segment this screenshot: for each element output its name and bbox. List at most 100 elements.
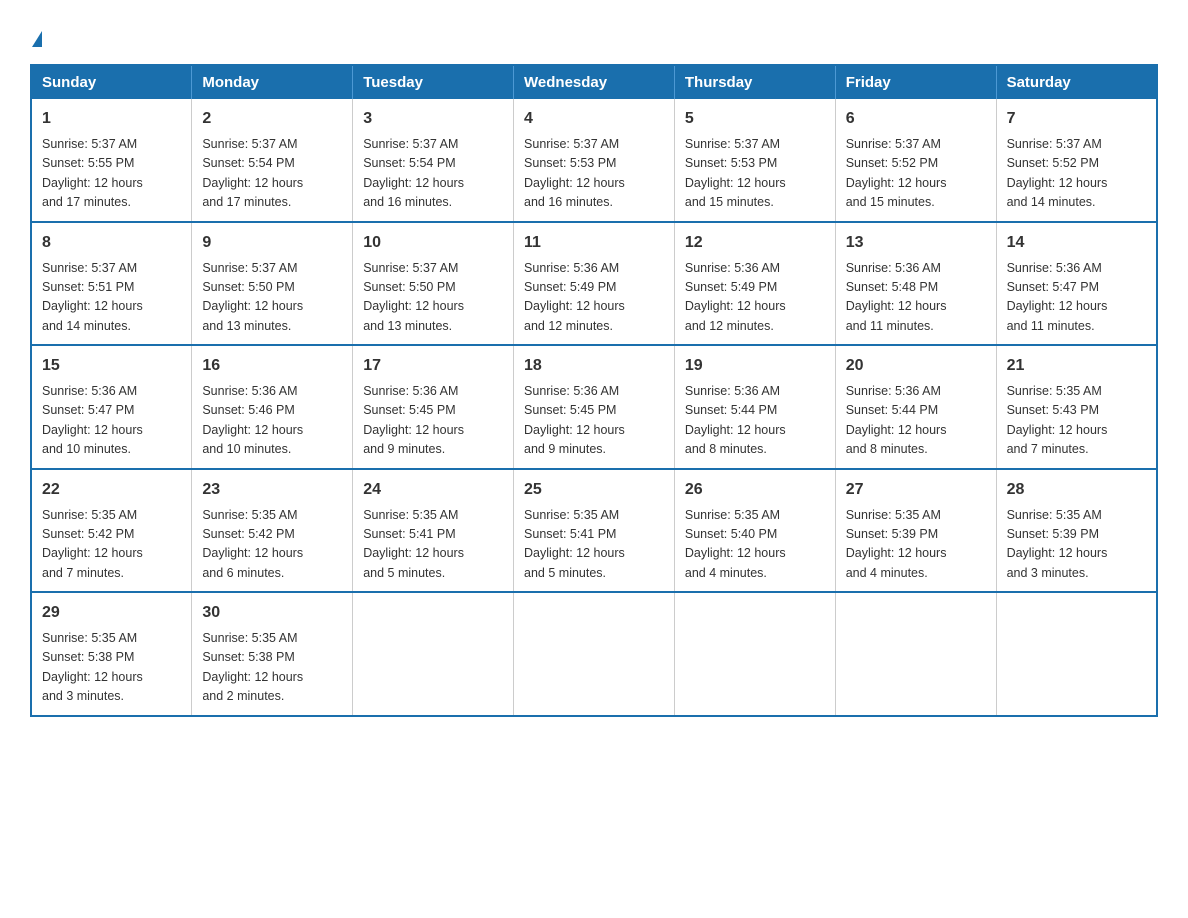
day-number: 6 <box>846 107 986 131</box>
day-info: Sunrise: 5:37 AMSunset: 5:52 PMDaylight:… <box>846 135 986 213</box>
day-info: Sunrise: 5:37 AMSunset: 5:51 PMDaylight:… <box>42 259 181 337</box>
day-number: 25 <box>524 478 664 502</box>
day-number: 5 <box>685 107 825 131</box>
day-info: Sunrise: 5:37 AMSunset: 5:50 PMDaylight:… <box>202 259 342 337</box>
day-number: 22 <box>42 478 181 502</box>
week-row-1: 1Sunrise: 5:37 AMSunset: 5:55 PMDaylight… <box>31 99 1157 222</box>
calendar-cell: 12Sunrise: 5:36 AMSunset: 5:49 PMDayligh… <box>674 222 835 346</box>
day-info: Sunrise: 5:35 AMSunset: 5:39 PMDaylight:… <box>1007 506 1146 584</box>
day-info: Sunrise: 5:35 AMSunset: 5:41 PMDaylight:… <box>363 506 503 584</box>
day-number: 3 <box>363 107 503 131</box>
day-number: 29 <box>42 601 181 625</box>
day-number: 9 <box>202 231 342 255</box>
day-info: Sunrise: 5:37 AMSunset: 5:55 PMDaylight:… <box>42 135 181 213</box>
day-info: Sunrise: 5:36 AMSunset: 5:47 PMDaylight:… <box>1007 259 1146 337</box>
calendar-cell: 9 Sunrise: 5:37 AMSunset: 5:50 PMDaylight… <box>192 222 353 346</box>
day-info: Sunrise: 5:36 AMSunset: 5:45 PMDaylight:… <box>524 382 664 460</box>
calendar-cell: 3 Sunrise: 5:37 AMSunset: 5:54 PMDaylight… <box>353 99 514 222</box>
day-info: Sunrise: 5:35 AMSunset: 5:39 PMDaylight:… <box>846 506 986 584</box>
column-header-saturday: Saturday <box>996 65 1157 99</box>
day-info: Sunrise: 5:37 AMSunset: 5:54 PMDaylight:… <box>202 135 342 213</box>
day-number: 30 <box>202 601 342 625</box>
logo-top <box>30 20 42 48</box>
week-row-2: 8 Sunrise: 5:37 AMSunset: 5:51 PMDaylight… <box>31 222 1157 346</box>
calendar-cell: 10 Sunrise: 5:37 AMSunset: 5:50 PMDayligh… <box>353 222 514 346</box>
calendar-cell: 7 Sunrise: 5:37 AMSunset: 5:52 PMDaylight… <box>996 99 1157 222</box>
day-number: 26 <box>685 478 825 502</box>
day-number: 21 <box>1007 354 1146 378</box>
day-number: 2 <box>202 107 342 131</box>
calendar-cell: 2 Sunrise: 5:37 AMSunset: 5:54 PMDaylight… <box>192 99 353 222</box>
column-header-monday: Monday <box>192 65 353 99</box>
calendar-cell <box>514 592 675 716</box>
calendar-cell: 16 Sunrise: 5:36 AMSunset: 5:46 PMDayligh… <box>192 345 353 469</box>
day-info: Sunrise: 5:35 AMSunset: 5:42 PMDaylight:… <box>202 506 342 584</box>
column-header-wednesday: Wednesday <box>514 65 675 99</box>
calendar-cell: 19 Sunrise: 5:36 AMSunset: 5:44 PMDayligh… <box>674 345 835 469</box>
day-number: 24 <box>363 478 503 502</box>
calendar-cell: 13 Sunrise: 5:36 AMSunset: 5:48 PMDayligh… <box>835 222 996 346</box>
calendar-cell: 14 Sunrise: 5:36 AMSunset: 5:47 PMDayligh… <box>996 222 1157 346</box>
day-number: 11 <box>524 231 664 255</box>
day-info: Sunrise: 5:35 AMSunset: 5:38 PMDaylight:… <box>202 629 342 707</box>
day-info: Sunrise: 5:36 AMSunset: 5:45 PMDaylight:… <box>363 382 503 460</box>
day-info: Sunrise: 5:35 AMSunset: 5:42 PMDaylight:… <box>42 506 181 584</box>
calendar-cell <box>353 592 514 716</box>
day-number: 13 <box>846 231 986 255</box>
day-info: Sunrise: 5:35 AMSunset: 5:38 PMDaylight:… <box>42 629 181 707</box>
column-header-sunday: Sunday <box>31 65 192 99</box>
day-number: 16 <box>202 354 342 378</box>
calendar-cell: 27 Sunrise: 5:35 AMSunset: 5:39 PMDayligh… <box>835 469 996 593</box>
calendar-table: SundayMondayTuesdayWednesdayThursdayFrid… <box>30 64 1158 717</box>
day-number: 27 <box>846 478 986 502</box>
day-number: 19 <box>685 354 825 378</box>
day-info: Sunrise: 5:37 AMSunset: 5:53 PMDaylight:… <box>685 135 825 213</box>
calendar-cell: 30 Sunrise: 5:35 AMSunset: 5:38 PMDayligh… <box>192 592 353 716</box>
day-number: 7 <box>1007 107 1146 131</box>
week-row-4: 22 Sunrise: 5:35 AMSunset: 5:42 PMDayligh… <box>31 469 1157 593</box>
day-number: 10 <box>363 231 503 255</box>
day-info: Sunrise: 5:37 AMSunset: 5:53 PMDaylight:… <box>524 135 664 213</box>
day-info: Sunrise: 5:36 AMSunset: 5:44 PMDaylight:… <box>685 382 825 460</box>
logo <box>30 20 42 48</box>
calendar-cell: 22 Sunrise: 5:35 AMSunset: 5:42 PMDayligh… <box>31 469 192 593</box>
day-info: Sunrise: 5:36 AMSunset: 5:46 PMDaylight:… <box>202 382 342 460</box>
calendar-cell: 18 Sunrise: 5:36 AMSunset: 5:45 PMDayligh… <box>514 345 675 469</box>
calendar-cell: 26Sunrise: 5:35 AMSunset: 5:40 PMDayligh… <box>674 469 835 593</box>
calendar-cell: 5 Sunrise: 5:37 AMSunset: 5:53 PMDaylight… <box>674 99 835 222</box>
calendar-cell: 20Sunrise: 5:36 AMSunset: 5:44 PMDayligh… <box>835 345 996 469</box>
calendar-cell <box>674 592 835 716</box>
calendar-cell: 28Sunrise: 5:35 AMSunset: 5:39 PMDayligh… <box>996 469 1157 593</box>
day-info: Sunrise: 5:36 AMSunset: 5:47 PMDaylight:… <box>42 382 181 460</box>
day-number: 15 <box>42 354 181 378</box>
day-info: Sunrise: 5:35 AMSunset: 5:41 PMDaylight:… <box>524 506 664 584</box>
day-info: Sunrise: 5:37 AMSunset: 5:50 PMDaylight:… <box>363 259 503 337</box>
day-info: Sunrise: 5:35 AMSunset: 5:43 PMDaylight:… <box>1007 382 1146 460</box>
calendar-cell: 23 Sunrise: 5:35 AMSunset: 5:42 PMDayligh… <box>192 469 353 593</box>
day-info: Sunrise: 5:37 AMSunset: 5:54 PMDaylight:… <box>363 135 503 213</box>
day-number: 17 <box>363 354 503 378</box>
day-number: 20 <box>846 354 986 378</box>
calendar-cell: 24 Sunrise: 5:35 AMSunset: 5:41 PMDayligh… <box>353 469 514 593</box>
calendar-cell: 11 Sunrise: 5:36 AMSunset: 5:49 PMDayligh… <box>514 222 675 346</box>
day-number: 18 <box>524 354 664 378</box>
column-header-tuesday: Tuesday <box>353 65 514 99</box>
column-header-thursday: Thursday <box>674 65 835 99</box>
day-number: 14 <box>1007 231 1146 255</box>
day-info: Sunrise: 5:36 AMSunset: 5:49 PMDaylight:… <box>524 259 664 337</box>
calendar-cell: 17 Sunrise: 5:36 AMSunset: 5:45 PMDayligh… <box>353 345 514 469</box>
calendar-cell: 15 Sunrise: 5:36 AMSunset: 5:47 PMDayligh… <box>31 345 192 469</box>
day-number: 8 <box>42 231 181 255</box>
day-info: Sunrise: 5:37 AMSunset: 5:52 PMDaylight:… <box>1007 135 1146 213</box>
calendar-cell <box>835 592 996 716</box>
day-number: 4 <box>524 107 664 131</box>
logo-triangle-icon <box>32 31 42 47</box>
calendar-cell: 29 Sunrise: 5:35 AMSunset: 5:38 PMDayligh… <box>31 592 192 716</box>
day-info: Sunrise: 5:36 AMSunset: 5:48 PMDaylight:… <box>846 259 986 337</box>
page-header <box>30 20 1158 48</box>
day-info: Sunrise: 5:36 AMSunset: 5:49 PMDaylight:… <box>685 259 825 337</box>
calendar-cell: 25 Sunrise: 5:35 AMSunset: 5:41 PMDayligh… <box>514 469 675 593</box>
calendar-header-row: SundayMondayTuesdayWednesdayThursdayFrid… <box>31 65 1157 99</box>
day-number: 23 <box>202 478 342 502</box>
calendar-cell: 21 Sunrise: 5:35 AMSunset: 5:43 PMDayligh… <box>996 345 1157 469</box>
